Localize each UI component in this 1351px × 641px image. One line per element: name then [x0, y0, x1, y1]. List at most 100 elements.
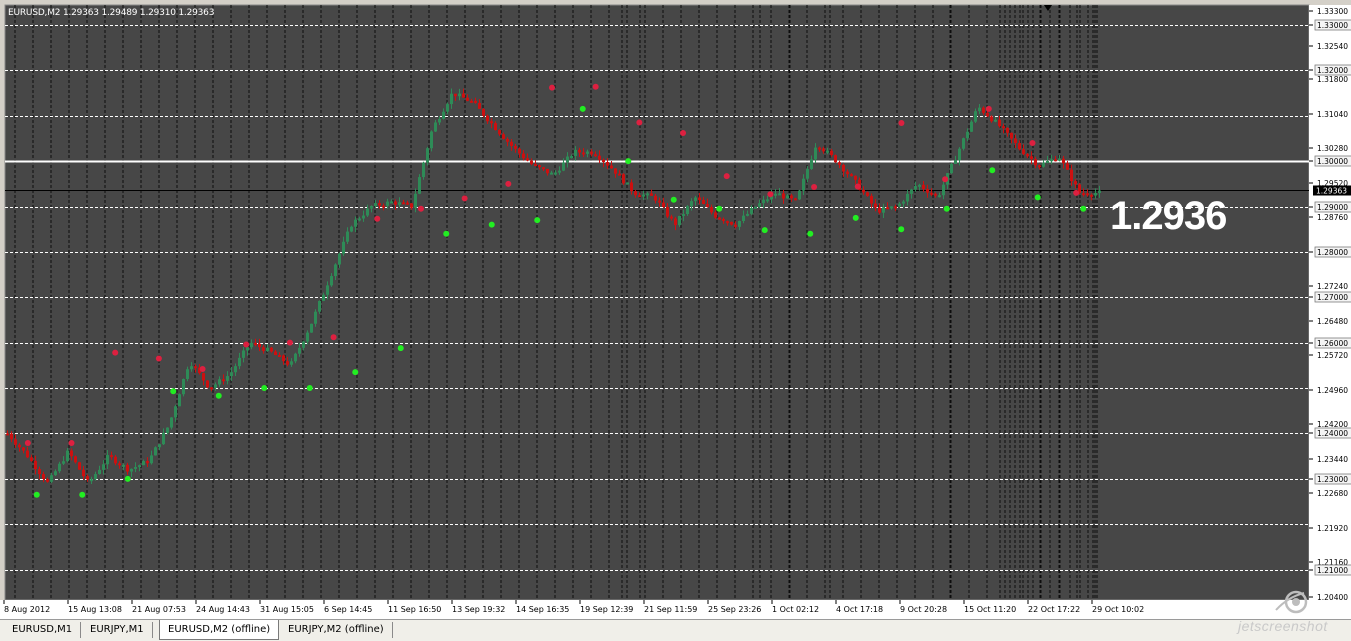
candle-up [190, 366, 193, 370]
upper-fractal-dot [854, 183, 861, 190]
candle-down [1018, 143, 1021, 150]
candle-down [842, 164, 845, 172]
candle-up [54, 471, 57, 476]
upper-fractal-dot [461, 195, 468, 202]
lower-fractal-dot [943, 205, 950, 212]
candle-down [454, 93, 457, 97]
upper-fractal-dot [1029, 139, 1036, 146]
candle-up [326, 285, 329, 295]
candle-up [458, 93, 461, 97]
time-tick-label: 29 Oct 10:02 [1092, 605, 1144, 614]
candle-up [742, 215, 745, 222]
candle-down [618, 173, 621, 176]
candle-up [890, 206, 893, 209]
candle-up [810, 159, 813, 170]
candle-down [38, 469, 41, 475]
candle-up [774, 193, 777, 196]
price-chart[interactable]: 1.33300 1.33000 1.32540 1.320001.31800 1.310… [0, 0, 1351, 619]
time-tick-label: 13 Sep 19:32 [452, 605, 505, 614]
tab-eurusd-m1[interactable]: EURUSD,M1 [4, 622, 82, 638]
candle-down [490, 121, 493, 124]
lower-fractal-dot [488, 221, 495, 228]
candle-up [374, 203, 377, 207]
tab-eurjpy-m2-offline[interactable]: EURJPY,M2 (offline) [280, 622, 393, 638]
candle-down [394, 201, 397, 205]
candle-up [174, 406, 177, 418]
candle-up [366, 208, 369, 216]
candle-up [786, 195, 789, 199]
candle-up [746, 213, 749, 216]
candle-down [662, 202, 665, 207]
candle-up [358, 218, 361, 221]
candle-down [1054, 159, 1057, 162]
candle-down [26, 450, 29, 458]
lower-fractal-dot [852, 214, 859, 221]
tab-eurjpy-m1[interactable]: EURJPY,M1 [82, 622, 153, 638]
candle-down [1082, 193, 1085, 196]
candle-down [986, 112, 989, 117]
time-tick-label: 15 Oct 11:20 [964, 605, 1016, 614]
candle-down [274, 351, 277, 356]
candle-up [938, 195, 941, 198]
candle-up [290, 361, 293, 365]
candle-down [262, 347, 265, 352]
upper-fractal-dot [155, 355, 162, 362]
candle-up [446, 104, 449, 112]
candle-up [1042, 162, 1045, 167]
price-tick-label: 1.30000 [1317, 157, 1348, 166]
candle-down [854, 175, 857, 180]
candle-down [734, 224, 737, 227]
candle-down [818, 147, 821, 150]
candle-up [1058, 158, 1061, 161]
candle-down [526, 158, 529, 161]
candle-down [894, 206, 897, 209]
candle-up [978, 107, 981, 112]
price-axis-background [1309, 5, 1351, 600]
time-tick-label: 21 Sep 11:59 [644, 605, 697, 614]
watermark-text: jetscreenshot [1238, 618, 1328, 634]
candle-down [830, 150, 833, 156]
price-tick-label: 1.30280 [1317, 144, 1348, 153]
big-price-display: 1.2936 [1110, 194, 1227, 238]
candle-down [926, 188, 929, 193]
candle-up [562, 162, 565, 171]
candle-down [718, 217, 721, 220]
candle-up [438, 118, 441, 123]
candle-down [534, 164, 537, 167]
lower-fractal-dot [79, 491, 86, 498]
candle-up [914, 186, 917, 190]
lower-fractal-dot [261, 385, 268, 392]
candle-up [58, 463, 61, 472]
upper-fractal-dot [767, 191, 774, 198]
candle-down [278, 355, 281, 358]
candle-down [14, 439, 17, 445]
chart-window[interactable]: 1.33300 1.33000 1.32540 1.32000 1.31800 1.310… [0, 0, 1351, 619]
candle-down [630, 182, 633, 192]
candle-down [1066, 163, 1069, 170]
candle-down [118, 463, 121, 466]
candle-up [750, 208, 753, 214]
candle-up [426, 148, 429, 163]
chart-info-label: EURUSD,M2 1.29363 1.29489 1.29310 1.2936… [8, 8, 215, 18]
candle-up [954, 160, 957, 164]
candle-down [114, 456, 117, 464]
candle-up [802, 178, 805, 191]
candle-down [1090, 194, 1093, 197]
candle-down [522, 153, 525, 159]
chart-tab-bar: EURUSD,M1 EURJPY,M1 EURUSD,M2 (offline) … [0, 619, 1351, 641]
candle-up [550, 172, 553, 175]
price-tick-label: 1.32540 [1317, 42, 1348, 51]
candle-down [402, 202, 405, 205]
candle-down [870, 195, 873, 204]
candle-up [354, 219, 357, 227]
candle-up [106, 455, 109, 465]
price-tick-label: 1.31040 [1317, 110, 1348, 119]
candle-down [222, 379, 225, 382]
candle-down [878, 207, 881, 213]
tab-eurusd-m2-offline[interactable]: EURUSD,M2 (offline) [159, 620, 280, 640]
candle-up [234, 366, 237, 373]
candle-up [554, 172, 557, 175]
upper-fractal-dot [811, 183, 818, 190]
candle-down [666, 206, 669, 217]
price-tick-label: 1.23440 [1317, 455, 1348, 464]
